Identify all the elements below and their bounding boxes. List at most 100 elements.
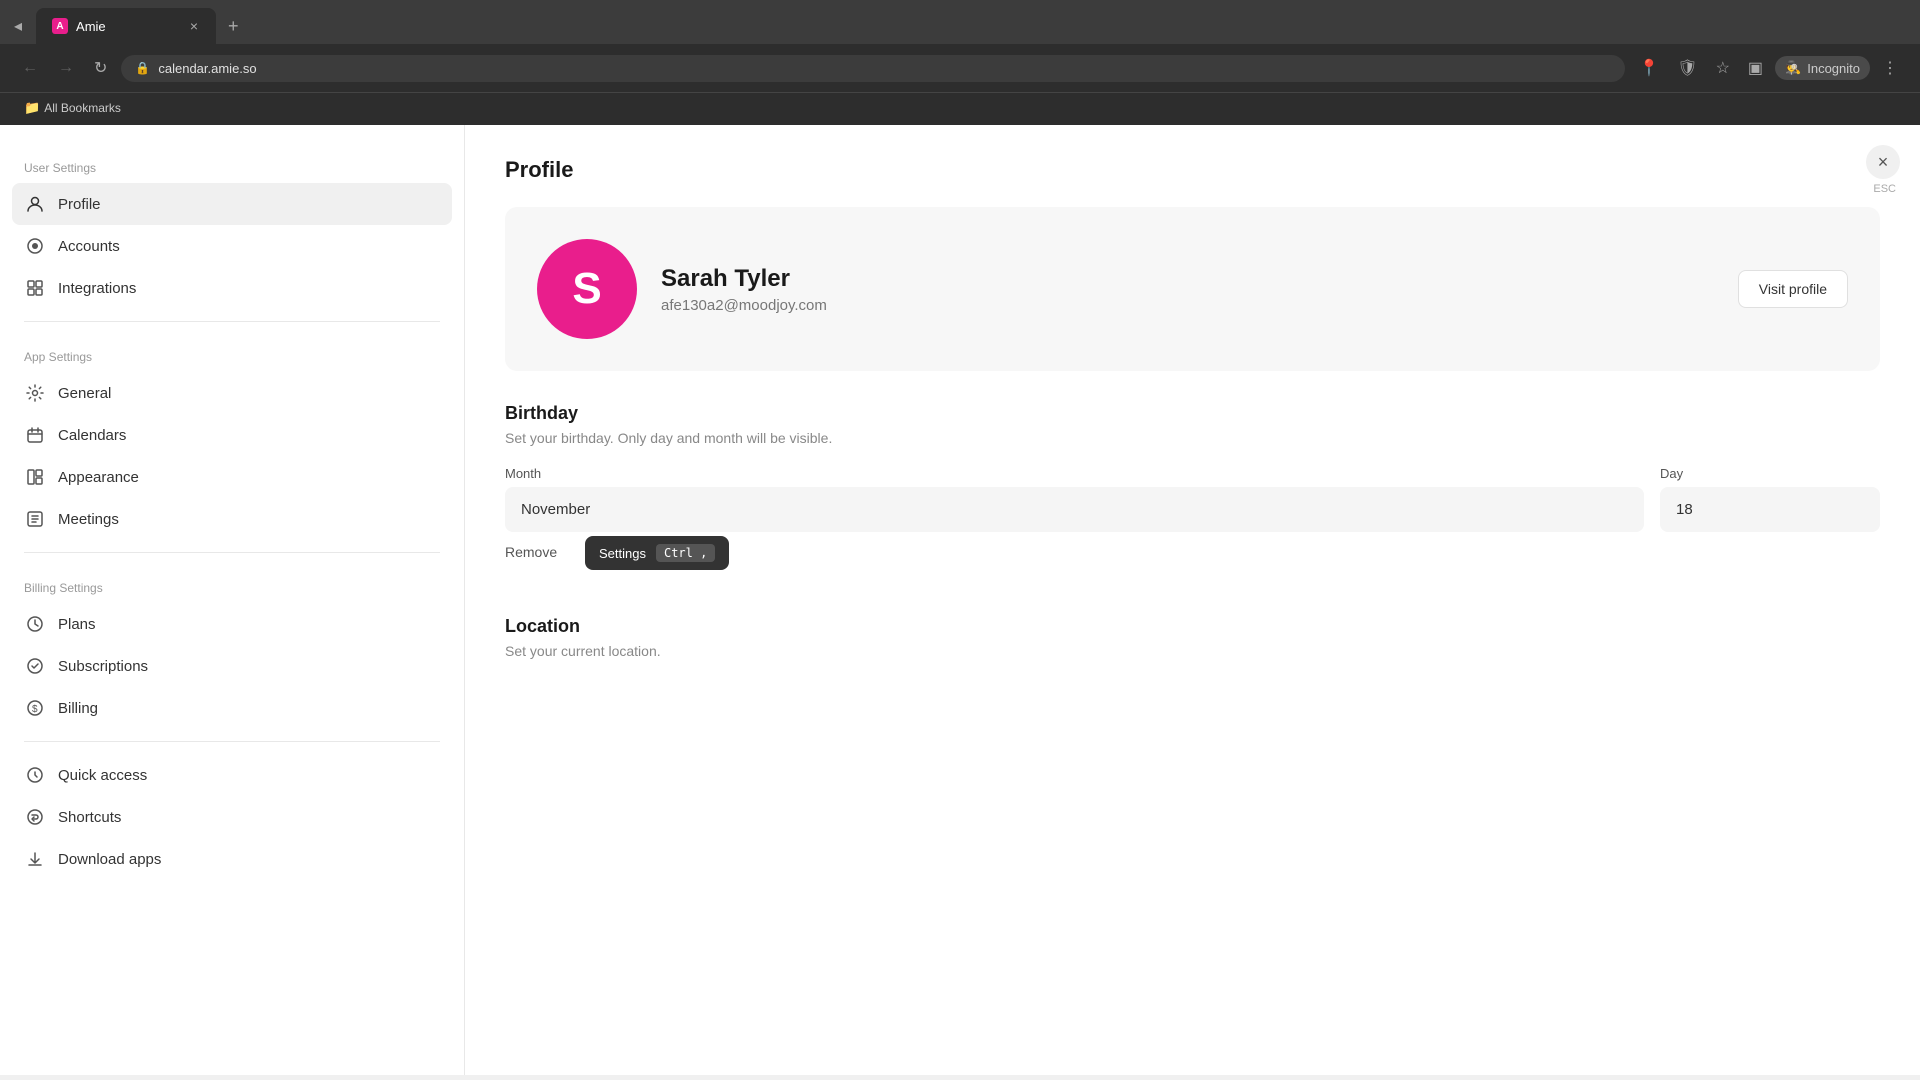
sidebar-item-shortcuts[interactable]: Shortcuts xyxy=(0,796,464,838)
svg-text:$: $ xyxy=(32,704,38,715)
esc-label: ESC xyxy=(1873,183,1896,195)
tab-title: Amie xyxy=(76,19,180,34)
incognito-badge[interactable]: 🕵 Incognito xyxy=(1775,56,1870,80)
sidebar-item-subscriptions[interactable]: Subscriptions xyxy=(0,645,464,687)
billing-icon: $ xyxy=(24,697,46,719)
profile-info: Sarah Tyler afe130a2@moodjoy.com xyxy=(661,265,1714,314)
sidebar-item-integrations[interactable]: Integrations xyxy=(0,267,464,309)
general-icon xyxy=(24,382,46,404)
user-settings-label: User Settings xyxy=(0,145,464,183)
browser-chrome: ◂ A Amie × + ← → ↻ 🔒 calendar.amie.so 📍 … xyxy=(0,0,1920,125)
integrations-icon xyxy=(24,277,46,299)
main-content: × ESC Profile S Sarah Tyler afe130a2@moo… xyxy=(465,125,1920,1075)
sidebar-item-appearance[interactable]: Appearance xyxy=(0,456,464,498)
quick-access-label: Quick access xyxy=(58,767,440,784)
address-bar[interactable]: 🔒 calendar.amie.so xyxy=(121,55,1625,82)
app-content: User Settings Profile Accounts xyxy=(0,125,1920,1075)
sidebar-item-accounts[interactable]: Accounts xyxy=(0,225,464,267)
calendars-label: Calendars xyxy=(58,427,440,444)
meetings-label: Meetings xyxy=(58,511,440,528)
sidebar-item-plans[interactable]: Plans xyxy=(0,603,464,645)
location-section: Location Set your current location. xyxy=(505,616,1880,659)
nav-bar: ← → ↻ 🔒 calendar.amie.so 📍 🛡 ☆ ▣ 🕵 Incog… xyxy=(0,44,1920,92)
tab-close-btn[interactable]: × xyxy=(188,16,200,36)
visit-profile-btn[interactable]: Visit profile xyxy=(1738,270,1848,308)
tooltip-kbd: Ctrl , xyxy=(656,544,715,562)
sidebar-item-quick-access[interactable]: Quick access xyxy=(0,754,464,796)
location-icon-btn[interactable]: 📍 xyxy=(1633,52,1665,84)
back-btn[interactable]: ← xyxy=(16,53,44,83)
subscriptions-icon xyxy=(24,655,46,677)
accounts-label: Accounts xyxy=(58,238,440,255)
new-tab-btn[interactable]: + xyxy=(220,12,247,41)
tab-list-btn[interactable]: ◂ xyxy=(8,12,28,40)
location-title: Location xyxy=(505,616,1880,637)
forward-btn[interactable]: → xyxy=(52,53,80,83)
birthday-fields: Month November Day 18 xyxy=(505,466,1880,532)
day-input[interactable]: 18 xyxy=(1660,487,1880,532)
profile-icon xyxy=(24,193,46,215)
birthday-section: Birthday Set your birthday. Only day and… xyxy=(505,403,1880,584)
sidebar-icon-btn[interactable]: ▣ xyxy=(1742,52,1769,84)
url-display: calendar.amie.so xyxy=(158,61,1611,76)
sidebar-item-calendars[interactable]: Calendars xyxy=(0,414,464,456)
tab-bar: ◂ A Amie × + xyxy=(0,0,1920,44)
day-label: Day xyxy=(1660,466,1880,481)
month-input[interactable]: November xyxy=(505,487,1644,532)
app-settings-label: App Settings xyxy=(0,334,464,372)
profile-email: afe130a2@moodjoy.com xyxy=(661,297,1714,314)
tab-favicon: A xyxy=(52,18,68,34)
refresh-btn[interactable]: ↻ xyxy=(88,52,113,84)
sidebar-item-general[interactable]: General xyxy=(0,372,464,414)
meetings-icon xyxy=(24,508,46,530)
divider-2 xyxy=(24,552,440,553)
plans-icon xyxy=(24,613,46,635)
appearance-label: Appearance xyxy=(58,469,440,486)
sidebar-item-profile[interactable]: Profile xyxy=(12,183,452,225)
nav-right-icons: 📍 🛡 ☆ ▣ 🕵 Incognito ⋮ xyxy=(1633,52,1904,84)
folder-icon: 📁 xyxy=(24,100,40,116)
tab-item-amie[interactable]: A Amie × xyxy=(36,8,216,44)
incognito-icon: 🕵 xyxy=(1785,60,1801,76)
bookmarks-label: All Bookmarks xyxy=(44,101,121,115)
divider-1 xyxy=(24,321,440,322)
tooltip-settings-label: Settings xyxy=(599,546,646,561)
sidebar: User Settings Profile Accounts xyxy=(0,125,465,1075)
bookmarks-folder[interactable]: 📁 All Bookmarks xyxy=(16,97,129,119)
accounts-icon xyxy=(24,235,46,257)
shortcuts-icon xyxy=(24,806,46,828)
download-apps-icon xyxy=(24,848,46,870)
remove-wrapper: Remove Settings Ctrl , xyxy=(505,544,557,584)
birthday-desc: Set your birthday. Only day and month wi… xyxy=(505,430,1880,446)
close-btn[interactable]: × xyxy=(1866,145,1900,179)
bookmarks-bar: 📁 All Bookmarks xyxy=(0,92,1920,125)
settings-tooltip: Settings Ctrl , xyxy=(585,536,729,570)
billing-label: Billing xyxy=(58,700,440,717)
page-title: Profile xyxy=(505,157,1880,183)
profile-card: S Sarah Tyler afe130a2@moodjoy.com Visit… xyxy=(505,207,1880,371)
star-icon-btn[interactable]: ☆ xyxy=(1710,52,1736,84)
sidebar-item-download-apps[interactable]: Download apps xyxy=(0,838,464,880)
general-label: General xyxy=(58,385,440,402)
month-label: Month xyxy=(505,466,1644,481)
billing-settings-label: Billing Settings xyxy=(0,565,464,603)
shortcuts-label: Shortcuts xyxy=(58,809,440,826)
more-btn[interactable]: ⋮ xyxy=(1876,52,1904,84)
divider-3 xyxy=(24,741,440,742)
day-field-group: Day 18 xyxy=(1660,466,1880,532)
remove-link[interactable]: Remove xyxy=(505,544,557,560)
avatar: S xyxy=(537,239,637,339)
profile-label: Profile xyxy=(58,196,440,213)
sidebar-item-meetings[interactable]: Meetings xyxy=(0,498,464,540)
appearance-icon xyxy=(24,466,46,488)
sidebar-item-billing[interactable]: $ Billing xyxy=(0,687,464,729)
quick-access-icon xyxy=(24,764,46,786)
location-desc: Set your current location. xyxy=(505,643,1880,659)
month-field-group: Month November xyxy=(505,466,1644,532)
download-apps-label: Download apps xyxy=(58,851,440,868)
birthday-title: Birthday xyxy=(505,403,1880,424)
profile-name: Sarah Tyler xyxy=(661,265,1714,293)
shield-icon-btn[interactable]: 🛡 xyxy=(1671,52,1703,84)
calendars-icon xyxy=(24,424,46,446)
lock-icon: 🔒 xyxy=(135,61,150,75)
